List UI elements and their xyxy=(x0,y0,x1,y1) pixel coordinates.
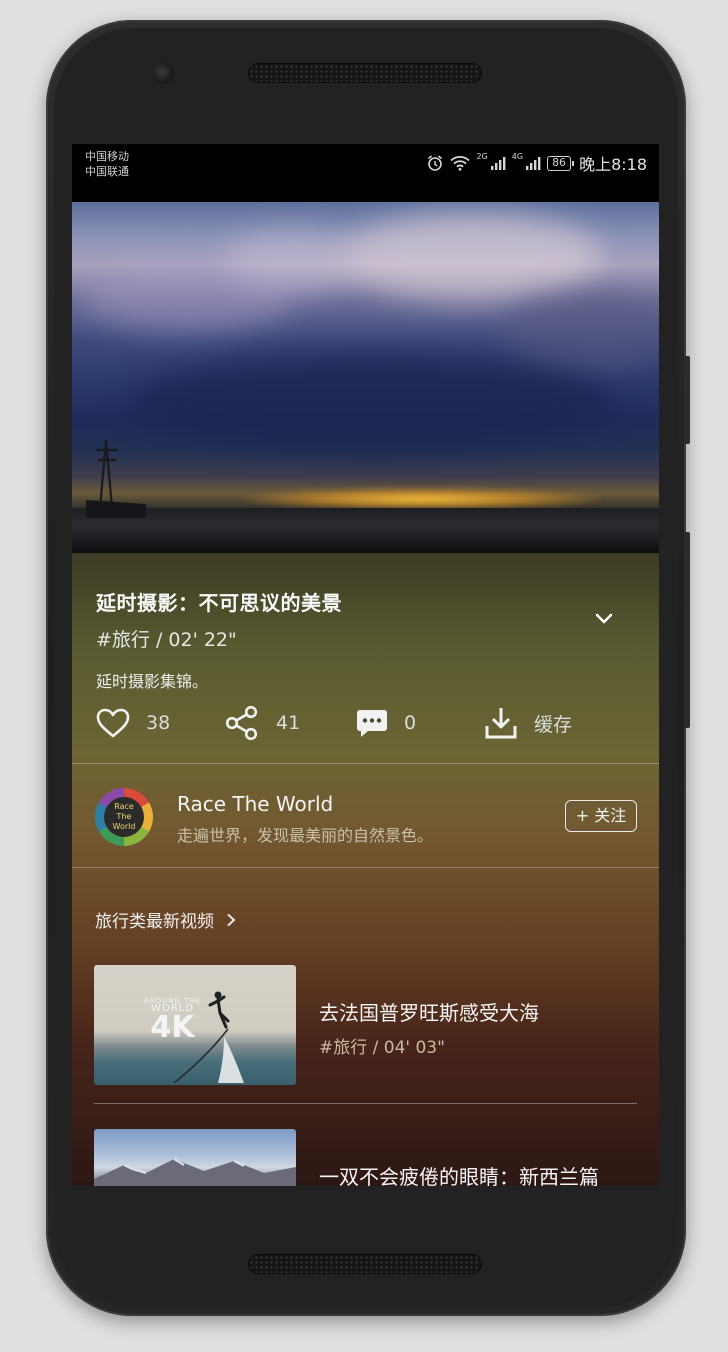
status-bar: 中国移动 中国联通 2G 4G 86 晚上8:18 xyxy=(72,144,659,202)
share-count: 41 xyxy=(276,712,301,734)
related-section-title: 旅行类最新视频 xyxy=(95,912,214,932)
cloud xyxy=(502,292,659,372)
comment-count: 0 xyxy=(404,712,417,734)
sunset-glow xyxy=(242,488,602,510)
cloud xyxy=(82,262,292,332)
share-icon xyxy=(225,705,258,741)
status-icons: 2G 4G 86 晚上8:18 xyxy=(426,152,647,174)
carrier-info: 中国移动 中国联通 xyxy=(85,149,129,179)
chevron-down-icon[interactable] xyxy=(592,607,616,631)
related-video-item[interactable]: 一双不会疲倦的眼睛：新西兰篇 xyxy=(72,1129,659,1186)
chevron-right-icon xyxy=(227,913,236,926)
screen: 中国移动 中国联通 2G 4G 86 晚上8:18 延时摄影：不可思议的美景 #… xyxy=(72,144,659,1186)
download-icon xyxy=(485,708,517,739)
mountain-scene xyxy=(94,1158,296,1186)
alarm-icon xyxy=(428,155,443,171)
share-button[interactable]: 41 xyxy=(224,698,300,748)
like-count: 38 xyxy=(146,712,171,734)
power-button xyxy=(684,356,690,444)
author-card[interactable]: Race The World Race The World 走遍世界，发现最美丽… xyxy=(72,764,659,867)
net-type-2: 4G xyxy=(511,152,524,161)
related-video-title: 去法国普罗旺斯感受大海 xyxy=(319,1001,539,1025)
carrier-1: 中国移动 xyxy=(85,150,129,163)
net-type-1: 2G xyxy=(476,152,488,161)
related-section-link[interactable]: 旅行类最新视频 xyxy=(95,907,236,932)
author-name[interactable]: Race The World xyxy=(177,792,333,816)
top-speaker xyxy=(248,63,482,83)
front-camera xyxy=(152,62,174,84)
bottom-speaker xyxy=(248,1254,482,1274)
comment-button[interactable]: 0 xyxy=(356,698,416,748)
video-player[interactable] xyxy=(72,202,659,553)
signal-icon xyxy=(490,157,506,170)
avatar-text-3: World xyxy=(112,822,136,831)
avatar[interactable]: Race The World xyxy=(95,788,153,846)
avatar-text-2: The xyxy=(116,812,132,821)
video-title: 延时摄影：不可思议的美景 xyxy=(96,591,342,615)
divider xyxy=(94,1103,637,1104)
cache-button[interactable]: 缓存 xyxy=(484,698,572,748)
heart-icon xyxy=(96,708,130,738)
wifi-icon xyxy=(450,156,471,171)
video-thumbnail: AROUND THE WORLD 4K xyxy=(94,965,296,1085)
related-video-title: 一双不会疲倦的眼睛：新西兰篇 xyxy=(319,1165,599,1186)
related-video-item[interactable]: AROUND THE WORLD 4K 去法国普罗旺斯感受大海 #旅行 / 04… xyxy=(72,965,659,1085)
horizon xyxy=(72,508,659,553)
volume-button xyxy=(684,532,690,728)
like-button[interactable]: 38 xyxy=(96,698,170,748)
video-description: 延时摄影集锦。 xyxy=(96,672,209,691)
action-bar: 38 41 0 缓存 xyxy=(72,698,659,748)
video-thumbnail xyxy=(94,1129,296,1186)
video-meta: #旅行 / 02' 22" xyxy=(96,629,237,651)
cloud xyxy=(342,212,602,302)
flyboarder-figure xyxy=(174,991,244,1083)
related-video-meta: #旅行 / 04' 03" xyxy=(319,1038,445,1058)
author-description: 走遍世界，发现最美丽的自然景色。 xyxy=(177,826,434,845)
avatar-text-1: Race xyxy=(114,802,134,811)
comment-icon xyxy=(357,710,387,737)
avatar-logo: Race The World xyxy=(104,797,144,837)
clock: 晚上8:18 xyxy=(579,155,647,174)
divider xyxy=(72,867,659,868)
follow-button[interactable]: + 关注 xyxy=(565,800,637,832)
battery-icon: 86 xyxy=(547,155,575,171)
cache-label: 缓存 xyxy=(534,713,573,736)
video-details: 延时摄影：不可思议的美景 #旅行 / 02' 22" 延时摄影集锦。 38 41 xyxy=(72,553,659,1186)
carrier-2: 中国联通 xyxy=(85,165,129,178)
signal-icon xyxy=(526,157,541,170)
cloud xyxy=(132,352,612,452)
power-pole xyxy=(86,439,146,518)
